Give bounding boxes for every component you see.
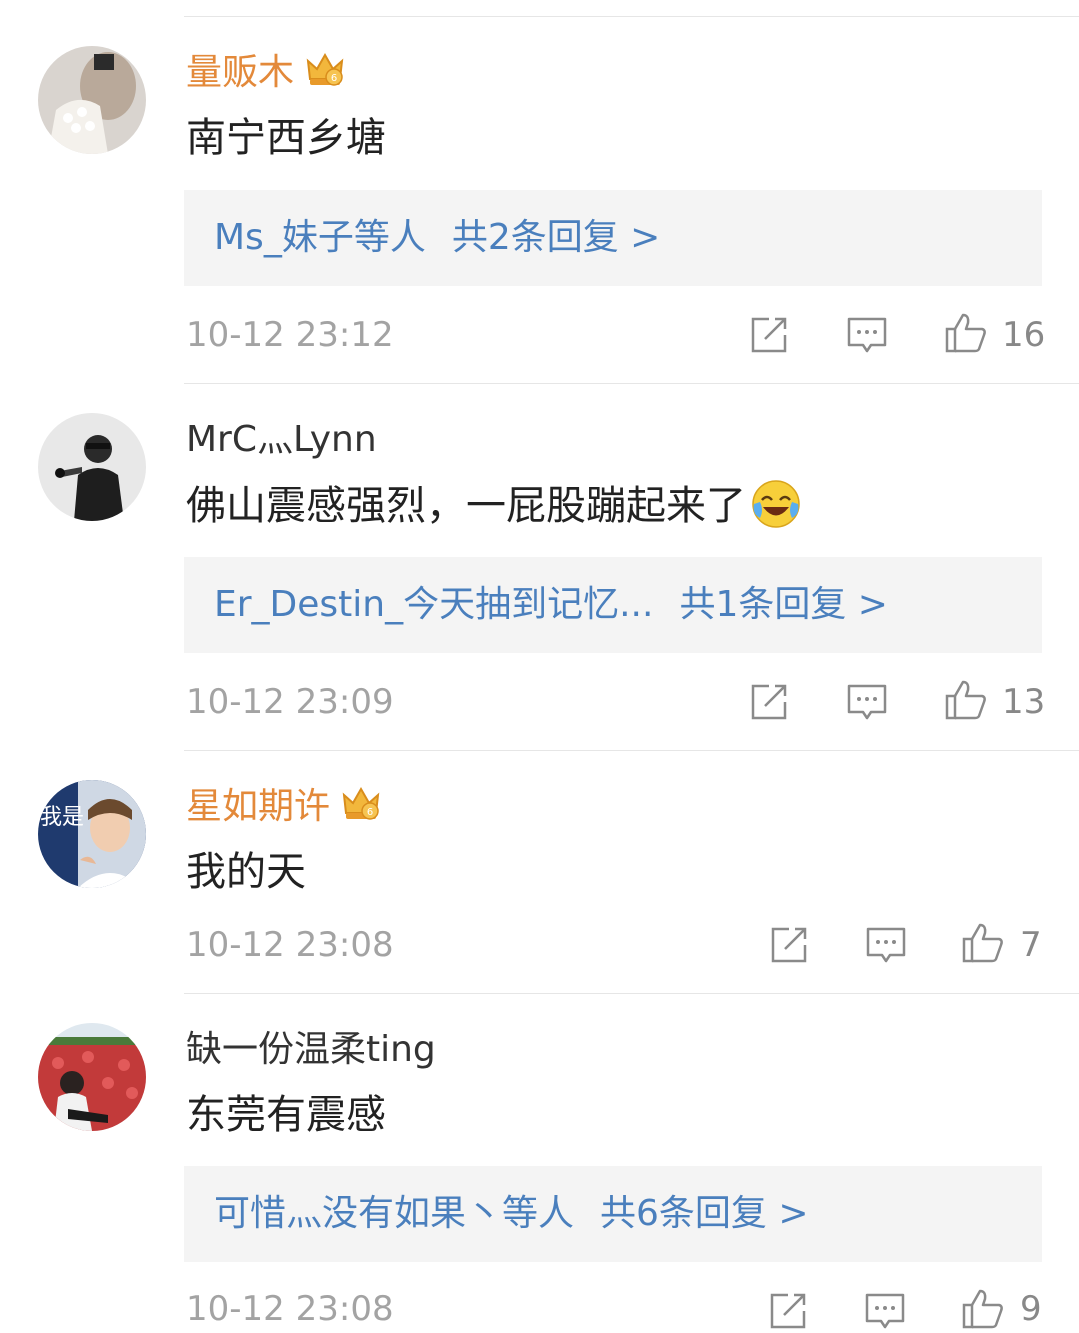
comment-icon[interactable] (845, 313, 889, 357)
thumbs-up-icon[interactable] (944, 311, 988, 355)
like-count: 9 (1020, 1289, 1042, 1329)
comment-icon[interactable] (845, 680, 889, 724)
comment-text: 我的天 (186, 849, 306, 895)
thumbs-up-icon[interactable] (944, 678, 988, 722)
repost-icon[interactable] (747, 313, 791, 357)
reply-preview: Ms_妹子等人 (214, 217, 426, 258)
comment-divider (184, 750, 1079, 751)
reply-preview: Er_Destin_今天抽到记忆... (214, 584, 654, 625)
avatar[interactable]: 我是 (38, 780, 146, 888)
timestamp: 10-12 23:09 (186, 682, 394, 722)
svg-text:6: 6 (367, 807, 373, 818)
replies-box[interactable]: Ms_妹子等人 共2条回复 > (184, 190, 1042, 286)
comment-text: 佛山震感强烈，一屁股蹦起来了 (186, 480, 802, 534)
repost-icon[interactable] (767, 923, 811, 967)
replies-box[interactable]: Er_Destin_今天抽到记忆... 共1条回复 > (184, 557, 1042, 653)
reply-preview: 可惜灬没有如果丶等人 (214, 1193, 575, 1234)
avatar[interactable] (38, 1023, 146, 1131)
repost-icon[interactable] (766, 1289, 810, 1333)
avatar[interactable] (38, 413, 146, 521)
timestamp: 10-12 23:12 (186, 315, 394, 355)
username-text[interactable]: 量贩木 (186, 52, 294, 93)
timestamp: 10-12 23:08 (186, 925, 394, 965)
timestamp: 10-12 23:08 (186, 1289, 394, 1329)
reply-count: 共1条回复 > (679, 584, 888, 625)
thumbs-up-icon[interactable] (961, 921, 1005, 965)
crown-badge-icon: 6 (340, 783, 382, 825)
username[interactable]: 缺一份温柔ting (186, 1028, 436, 1072)
username-text[interactable]: 星如期许 (186, 786, 330, 827)
repost-icon[interactable] (747, 680, 791, 724)
comment-icon[interactable] (864, 923, 908, 967)
username[interactable]: MrC灬Lynn (186, 418, 377, 462)
comment-text: 东莞有震感 (186, 1092, 386, 1138)
username[interactable]: 量贩木 6 (186, 51, 346, 95)
comment-divider (184, 383, 1079, 384)
replies-summary[interactable]: Er_Destin_今天抽到记忆... 共1条回复 > (214, 581, 888, 629)
laughing-crying-emoji (750, 478, 802, 530)
comment-icon[interactable] (863, 1289, 907, 1333)
comment-text: 南宁西乡塘 (186, 115, 386, 161)
crown-badge-icon: 6 (304, 49, 346, 91)
replies-summary[interactable]: 可惜灬没有如果丶等人 共6条回复 > (214, 1190, 809, 1238)
thumbs-up-icon[interactable] (961, 1287, 1005, 1331)
reply-count: 共2条回复 > (451, 217, 661, 258)
comment-divider (184, 993, 1079, 994)
top-divider (184, 16, 1079, 17)
svg-text:6: 6 (331, 73, 337, 84)
avatar-text: 我是 (40, 805, 84, 830)
avatar[interactable] (38, 46, 146, 154)
like-count: 16 (1002, 315, 1046, 355)
reply-count: 共6条回复 > (600, 1193, 809, 1234)
replies-summary[interactable]: Ms_妹子等人 共2条回复 > (214, 214, 660, 262)
username[interactable]: 星如期许 6 (186, 785, 382, 829)
replies-box[interactable]: 可惜灬没有如果丶等人 共6条回复 > (184, 1166, 1042, 1262)
like-count: 7 (1020, 925, 1042, 965)
comment-text-body: 佛山震感强烈，一屁股蹦起来了 (186, 483, 746, 529)
like-count: 13 (1002, 682, 1046, 722)
